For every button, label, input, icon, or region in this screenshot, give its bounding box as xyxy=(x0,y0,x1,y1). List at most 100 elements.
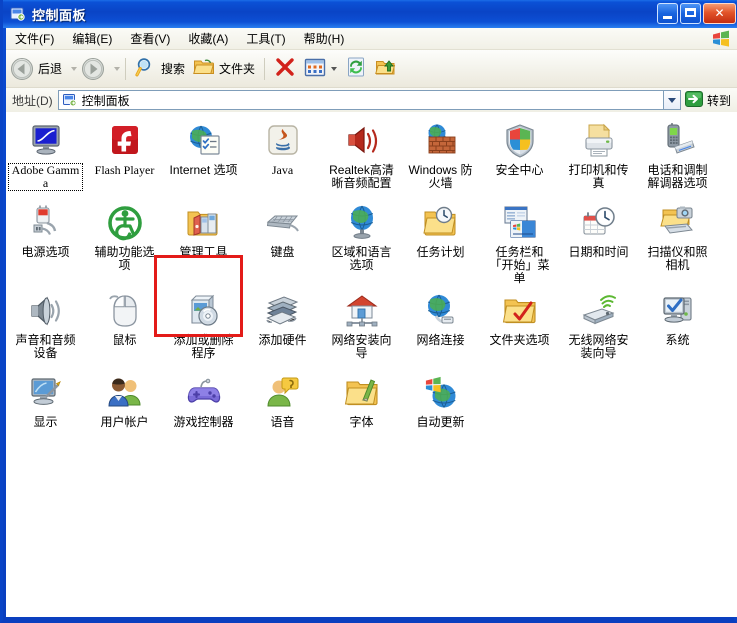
printers-and-faxes-icon xyxy=(580,122,618,160)
control-panel-item-label: 系统 xyxy=(665,333,690,347)
control-panel-item[interactable]: 添加或删除程序 xyxy=(166,288,241,368)
menu-tools[interactable]: 工具(T) xyxy=(237,28,294,49)
address-input[interactable]: 控制面板 xyxy=(57,90,664,110)
refresh-button[interactable] xyxy=(341,54,371,84)
control-panel-item[interactable]: 游戏控制器 xyxy=(166,370,241,450)
control-panel-item-label: 字体 xyxy=(349,415,374,429)
control-panel-item-label: Windows 防火墙 xyxy=(408,163,473,190)
control-panel-item[interactable]: 键盘 xyxy=(245,200,320,286)
views-button[interactable] xyxy=(300,54,341,84)
minimize-button[interactable] xyxy=(657,3,678,24)
control-panel-item[interactable]: Windows 防火墙 xyxy=(403,118,478,198)
menu-view[interactable]: 查看(V) xyxy=(121,28,179,49)
control-panel-item[interactable]: 扫描仪和照相机 xyxy=(640,200,715,286)
control-panel-item[interactable]: 字体 xyxy=(324,370,399,450)
control-panel-item[interactable]: 显示 xyxy=(8,370,83,450)
control-panel-item[interactable]: 声音和音频设备 xyxy=(8,288,83,368)
toolbar: 后退 搜索 文件夹 xyxy=(6,50,737,88)
control-panel-item-label: 文件夹选项 xyxy=(489,333,550,347)
control-panel-item-label: 用户帐户 xyxy=(100,415,149,429)
control-panel-item[interactable]: 文件夹选项 xyxy=(482,288,557,368)
delete-button[interactable] xyxy=(270,54,300,84)
add-remove-programs-icon xyxy=(185,292,223,330)
title-bar[interactable]: 控制面板 ✕ xyxy=(3,0,737,28)
content-pane[interactable]: Adobe Gamma Flash Player Internet 选项 Jav… xyxy=(6,112,737,617)
control-panel-item-label: 游戏控制器 xyxy=(173,415,234,429)
scanners-and-cameras-icon xyxy=(659,204,697,242)
control-panel-item[interactable]: 安全中心 xyxy=(482,118,557,198)
views-grid-icon xyxy=(304,58,326,80)
display-icon xyxy=(27,374,65,412)
go-button[interactable]: 转到 xyxy=(681,89,737,111)
search-label: 搜索 xyxy=(161,62,186,76)
forward-history-caret-icon[interactable] xyxy=(114,66,121,71)
control-panel-icon xyxy=(9,6,27,22)
control-panel-item-label: 显示 xyxy=(33,415,58,429)
control-panel-item[interactable]: 无线网络安装向导 xyxy=(561,288,636,368)
address-dropdown-button[interactable] xyxy=(663,90,681,110)
administrative-tools-icon xyxy=(185,204,223,242)
folder-icon xyxy=(193,57,215,80)
accessibility-options-icon xyxy=(106,204,144,242)
security-center-icon xyxy=(501,122,539,160)
control-panel-item-label: 无线网络安装向导 xyxy=(568,333,629,360)
control-panel-item[interactable]: 任务计划 xyxy=(403,200,478,286)
menu-file[interactable]: 文件(F) xyxy=(6,28,63,49)
menu-favorites[interactable]: 收藏(A) xyxy=(179,28,237,49)
back-button[interactable]: 后退 xyxy=(6,54,66,84)
forward-button[interactable] xyxy=(77,54,109,84)
control-panel-item-label: Realtek高清晰音频配置 xyxy=(329,163,394,190)
views-caret-icon[interactable] xyxy=(331,66,338,71)
control-panel-item[interactable]: 自动更新 xyxy=(403,370,478,450)
toolbar-separator-2 xyxy=(264,57,266,80)
control-panel-item[interactable]: 用户帐户 xyxy=(87,370,162,450)
maximize-button[interactable] xyxy=(680,3,701,24)
network-setup-wizard-icon xyxy=(343,292,381,330)
control-panel-item[interactable]: Internet 选项 xyxy=(166,118,241,198)
control-panel-item[interactable]: Flash Player xyxy=(87,118,162,198)
system-icon xyxy=(659,292,697,330)
speech-icon xyxy=(264,374,302,412)
control-panel-item[interactable]: 语音 xyxy=(245,370,320,450)
control-panel-item[interactable]: 网络安装向导 xyxy=(324,288,399,368)
control-panel-item-label: 日期和时间 xyxy=(568,245,629,259)
date-and-time-icon xyxy=(580,204,618,242)
control-panel-item[interactable]: 日期和时间 xyxy=(561,200,636,286)
search-button[interactable]: 搜索 xyxy=(131,54,189,84)
folders-button[interactable]: 文件夹 xyxy=(189,54,259,84)
control-panel-item[interactable]: 辅助功能选项 xyxy=(87,200,162,286)
move-to-folder-button[interactable] xyxy=(371,54,401,84)
user-accounts-icon xyxy=(106,374,144,412)
control-panel-item[interactable]: 管理工具 xyxy=(166,200,241,286)
chevron-down-icon xyxy=(667,97,676,103)
menu-edit[interactable]: 编辑(E) xyxy=(63,28,121,49)
control-panel-item[interactable]: 区域和语言选项 xyxy=(324,200,399,286)
sounds-and-audio-icon xyxy=(27,292,65,330)
address-label: 地址(D) xyxy=(12,93,53,108)
control-panel-item[interactable]: 电源选项 xyxy=(8,200,83,286)
menu-help[interactable]: 帮助(H) xyxy=(295,28,354,49)
control-panel-item[interactable]: Adobe Gamma xyxy=(8,118,83,198)
internet-options-icon xyxy=(185,122,223,160)
search-icon xyxy=(135,56,157,81)
control-panel-icon xyxy=(62,93,78,108)
control-panel-item-label: 电源选项 xyxy=(21,245,70,259)
close-button[interactable]: ✕ xyxy=(703,3,736,24)
control-panel-item[interactable]: 网络连接 xyxy=(403,288,478,368)
control-panel-item[interactable]: Java xyxy=(245,118,320,198)
power-options-icon xyxy=(27,204,65,242)
control-panel-item[interactable]: 鼠标 xyxy=(87,288,162,368)
folder-up-arrow-icon xyxy=(375,57,397,80)
control-panel-item[interactable]: 任务栏和「开始」菜单 xyxy=(482,200,557,286)
control-panel-item[interactable]: 系统 xyxy=(640,288,715,368)
control-panel-item-label: Internet 选项 xyxy=(169,163,238,177)
control-panel-item[interactable]: 打印机和传真 xyxy=(561,118,636,198)
windows-firewall-icon xyxy=(422,122,460,160)
control-panel-item[interactable]: 电话和调制解调器选项 xyxy=(640,118,715,198)
regional-language-options-icon xyxy=(343,204,381,242)
control-panel-item[interactable]: 添加硬件 xyxy=(245,288,320,368)
fonts-icon xyxy=(343,374,381,412)
go-arrow-icon xyxy=(684,89,704,112)
game-controllers-icon xyxy=(185,374,223,412)
control-panel-item[interactable]: Realtek高清晰音频配置 xyxy=(324,118,399,198)
